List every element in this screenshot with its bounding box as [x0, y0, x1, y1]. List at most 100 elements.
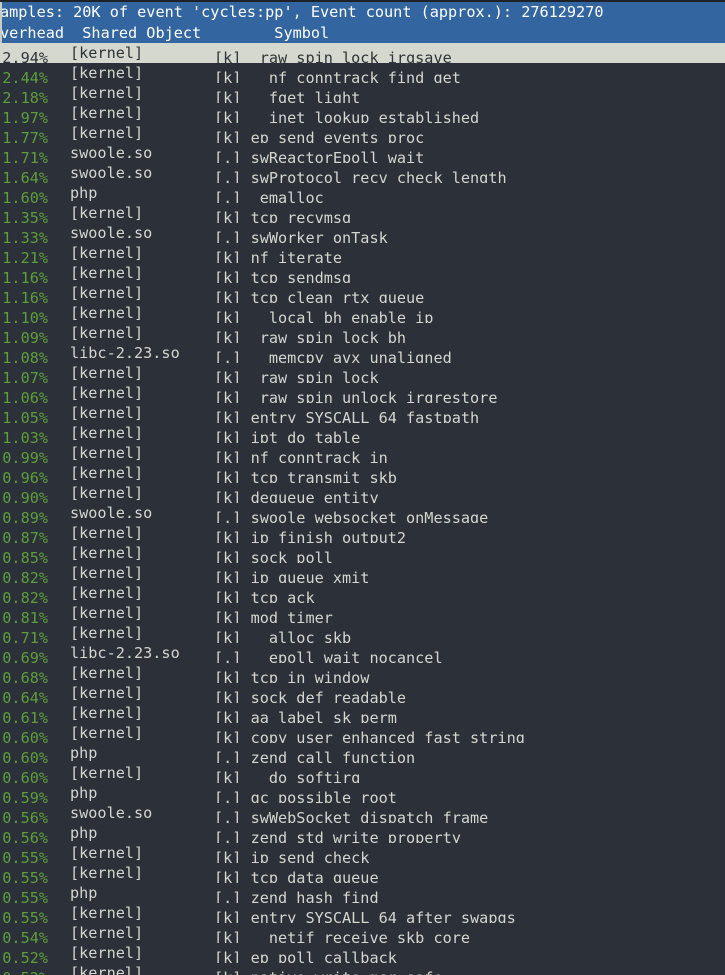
table-row[interactable]: 0.68%[kernel][k] tcp_in_window — [0, 663, 725, 683]
table-row[interactable]: 0.90%[kernel][k] dequeue_entity — [0, 483, 725, 503]
table-row[interactable]: 0.55%[kernel][k] entry_SYSCALL_64_after_… — [0, 903, 725, 923]
table-row[interactable]: 2.44%[kernel][k] __nf_conntrack_find_get — [0, 63, 725, 83]
table-row[interactable]: 0.52%[kernel][k] native_write_msr_safe — [0, 963, 725, 975]
table-row[interactable]: 1.35%[kernel][k] tcp_recvmsg — [0, 203, 725, 223]
row-overhead-percent: 1.97% — [0, 108, 48, 123]
row-shared-object: php — [48, 783, 214, 803]
row-symbol-name: native_write_msr_safe — [241, 968, 442, 975]
row-symbol-name: aa_label_sk_perm — [241, 708, 396, 723]
table-row[interactable]: 2.18%[kernel][k] __fget_light — [0, 83, 725, 103]
table-row[interactable]: 0.55%php[.] zend_hash_find — [0, 883, 725, 903]
row-symbol-name: mod_timer — [241, 608, 332, 623]
row-shared-object: [kernel] — [48, 683, 214, 703]
table-row[interactable]: 1.97%[kernel][k] __inet_lookup_establish… — [0, 103, 725, 123]
table-row[interactable]: 1.03%[kernel][k] ipt_do_table — [0, 423, 725, 443]
table-row[interactable]: 1.16%[kernel][k] tcp_clean_rtx_queue — [0, 283, 725, 303]
row-overhead-percent: 0.56% — [0, 828, 48, 843]
table-row[interactable]: 1.16%[kernel][k] tcp_sendmsg — [0, 263, 725, 283]
table-row[interactable]: 0.60%[kernel][k] __do_softirq — [0, 763, 725, 783]
table-row[interactable]: 0.61%[kernel][k] aa_label_sk_perm — [0, 703, 725, 723]
table-row[interactable]: 0.87%[kernel][k] ip_finish_output2 — [0, 523, 725, 543]
row-symbol-name: __epoll_wait_nocancel — [241, 648, 442, 663]
table-row[interactable]: 0.81%[kernel][k] mod_timer — [0, 603, 725, 623]
row-overhead-percent: 2.94% — [0, 48, 48, 63]
table-row[interactable]: 0.96%[kernel][k] tcp_transmit_skb — [0, 463, 725, 483]
row-overhead-percent: 0.64% — [0, 688, 48, 703]
row-overhead-percent: 0.96% — [0, 468, 48, 483]
table-row[interactable]: 1.07%[kernel][k] _raw_spin_lock — [0, 363, 725, 383]
row-overhead-percent: 1.21% — [0, 248, 48, 263]
row-symbol-kind-tag: [k] — [214, 969, 241, 975]
row-overhead-percent: 0.81% — [0, 608, 48, 623]
row-shared-object: [kernel] — [48, 663, 214, 683]
row-shared-object: [kernel] — [48, 43, 214, 63]
table-row[interactable]: 1.64%swoole.so[.] swProtocol_recv_check_… — [0, 163, 725, 183]
row-symbol-name: _raw_spin_lock — [241, 368, 378, 383]
row-symbol-kind-tag: [.] — [214, 829, 241, 843]
table-row[interactable]: 0.85%[kernel][k] sock_poll — [0, 543, 725, 563]
table-row[interactable]: 1.08%libc-2.23.so[.] __memcpy_avx_unalig… — [0, 343, 725, 363]
table-row[interactable]: 0.54%[kernel][k] __netif_receive_skb_cor… — [0, 923, 725, 943]
table-row[interactable]: 0.60%[kernel][k] copy_user_enhanced_fast… — [0, 723, 725, 743]
row-shared-object: [kernel] — [48, 483, 214, 503]
perf-row-list[interactable]: 2.94%[kernel][k] _raw_spin_lock_irqsave2… — [0, 43, 725, 975]
table-row[interactable]: 1.09%[kernel][k] _raw_spin_lock_bh — [0, 323, 725, 343]
row-shared-object: [kernel] — [48, 943, 214, 963]
table-row[interactable]: 1.06%[kernel][k] _raw_spin_unlock_irqres… — [0, 383, 725, 403]
row-shared-object: [kernel] — [48, 123, 214, 143]
row-symbol-name: zend_hash_find — [241, 888, 378, 903]
row-overhead-percent: 1.10% — [0, 308, 48, 323]
table-row[interactable]: 0.71%[kernel][k] __alloc_skb — [0, 623, 725, 643]
row-overhead-percent: 0.61% — [0, 708, 48, 723]
perf-summary-line: amples: 20K of event 'cycles:pp', Event … — [0, 2, 725, 23]
row-symbol-kind-tag: [.] — [214, 809, 241, 823]
table-row[interactable]: 1.33%swoole.so[.] swWorker_onTask — [0, 223, 725, 243]
row-overhead-percent: 1.60% — [0, 188, 48, 203]
row-shared-object: [kernel] — [48, 383, 214, 403]
row-symbol-kind-tag: [k] — [214, 629, 241, 643]
table-row[interactable]: 1.71%swoole.so[.] swReactorEpoll_wait — [0, 143, 725, 163]
row-symbol-name: tcp_sendmsg — [241, 268, 351, 283]
row-shared-object: [kernel] — [48, 903, 214, 923]
table-row[interactable]: 0.64%[kernel][k] sock_def_readable — [0, 683, 725, 703]
table-row[interactable]: 0.99%[kernel][k] nf_conntrack_in — [0, 443, 725, 463]
row-shared-object: php — [48, 743, 214, 763]
row-symbol-kind-tag: [k] — [214, 769, 241, 783]
row-overhead-percent: 1.07% — [0, 368, 48, 383]
row-symbol-kind-tag: [.] — [214, 189, 241, 203]
row-overhead-percent: 1.08% — [0, 348, 48, 363]
table-row[interactable]: 0.52%[kernel][k] ep_poll_callback — [0, 943, 725, 963]
table-row[interactable]: 0.56%php[.] zend_std_write_property — [0, 823, 725, 843]
table-row[interactable]: 0.82%[kernel][k] tcp_ack — [0, 583, 725, 603]
table-row[interactable]: 0.69%libc-2.23.so[.] __epoll_wait_nocanc… — [0, 643, 725, 663]
row-symbol-name: _raw_spin_unlock_irqrestore — [241, 388, 497, 403]
table-row[interactable]: 1.77%[kernel][k] ep_send_events_proc — [0, 123, 725, 143]
table-row-selected[interactable]: 2.94%[kernel][k] _raw_spin_lock_irqsave — [0, 43, 725, 63]
row-shared-object: [kernel] — [48, 203, 214, 223]
perf-report-window: amples: 20K of event 'cycles:pp', Event … — [0, 0, 725, 975]
row-shared-object: [kernel] — [48, 923, 214, 943]
row-shared-object: swoole.so — [48, 223, 214, 243]
table-row[interactable]: 0.55%[kernel][k] ip_send_check — [0, 843, 725, 863]
row-symbol-kind-tag: [k] — [214, 69, 241, 83]
table-row[interactable]: 0.59%php[.] gc_possible_root — [0, 783, 725, 803]
row-overhead-percent: 0.60% — [0, 728, 48, 743]
table-row[interactable]: 1.60%php[.] _emalloc — [0, 183, 725, 203]
row-shared-object: [kernel] — [48, 403, 214, 423]
table-row[interactable]: 0.55%[kernel][k] tcp_data_queue — [0, 863, 725, 883]
row-symbol-name: __alloc_skb — [241, 628, 351, 643]
table-row[interactable]: 0.56%swoole.so[.] swWebSocket_dispatch_f… — [0, 803, 725, 823]
table-row[interactable]: 0.89%swoole.so[.] swoole_websocket_onMes… — [0, 503, 725, 523]
table-row[interactable]: 0.60%php[.] zend_call_function — [0, 743, 725, 763]
row-overhead-percent: 0.55% — [0, 908, 48, 923]
row-symbol-kind-tag: [k] — [214, 429, 241, 443]
row-shared-object: [kernel] — [48, 63, 214, 83]
table-row[interactable]: 0.82%[kernel][k] ip_queue_xmit — [0, 563, 725, 583]
row-shared-object: php — [48, 183, 214, 203]
table-row[interactable]: 1.05%[kernel][k] entry_SYSCALL_64_fastpa… — [0, 403, 725, 423]
table-row[interactable]: 1.10%[kernel][k] __local_bh_enable_ip — [0, 303, 725, 323]
row-symbol-name: copy_user_enhanced_fast_string — [241, 728, 524, 743]
row-shared-object: [kernel] — [48, 863, 214, 883]
table-row[interactable]: 1.21%[kernel][k] nf_iterate — [0, 243, 725, 263]
row-overhead-percent: 2.44% — [0, 68, 48, 83]
